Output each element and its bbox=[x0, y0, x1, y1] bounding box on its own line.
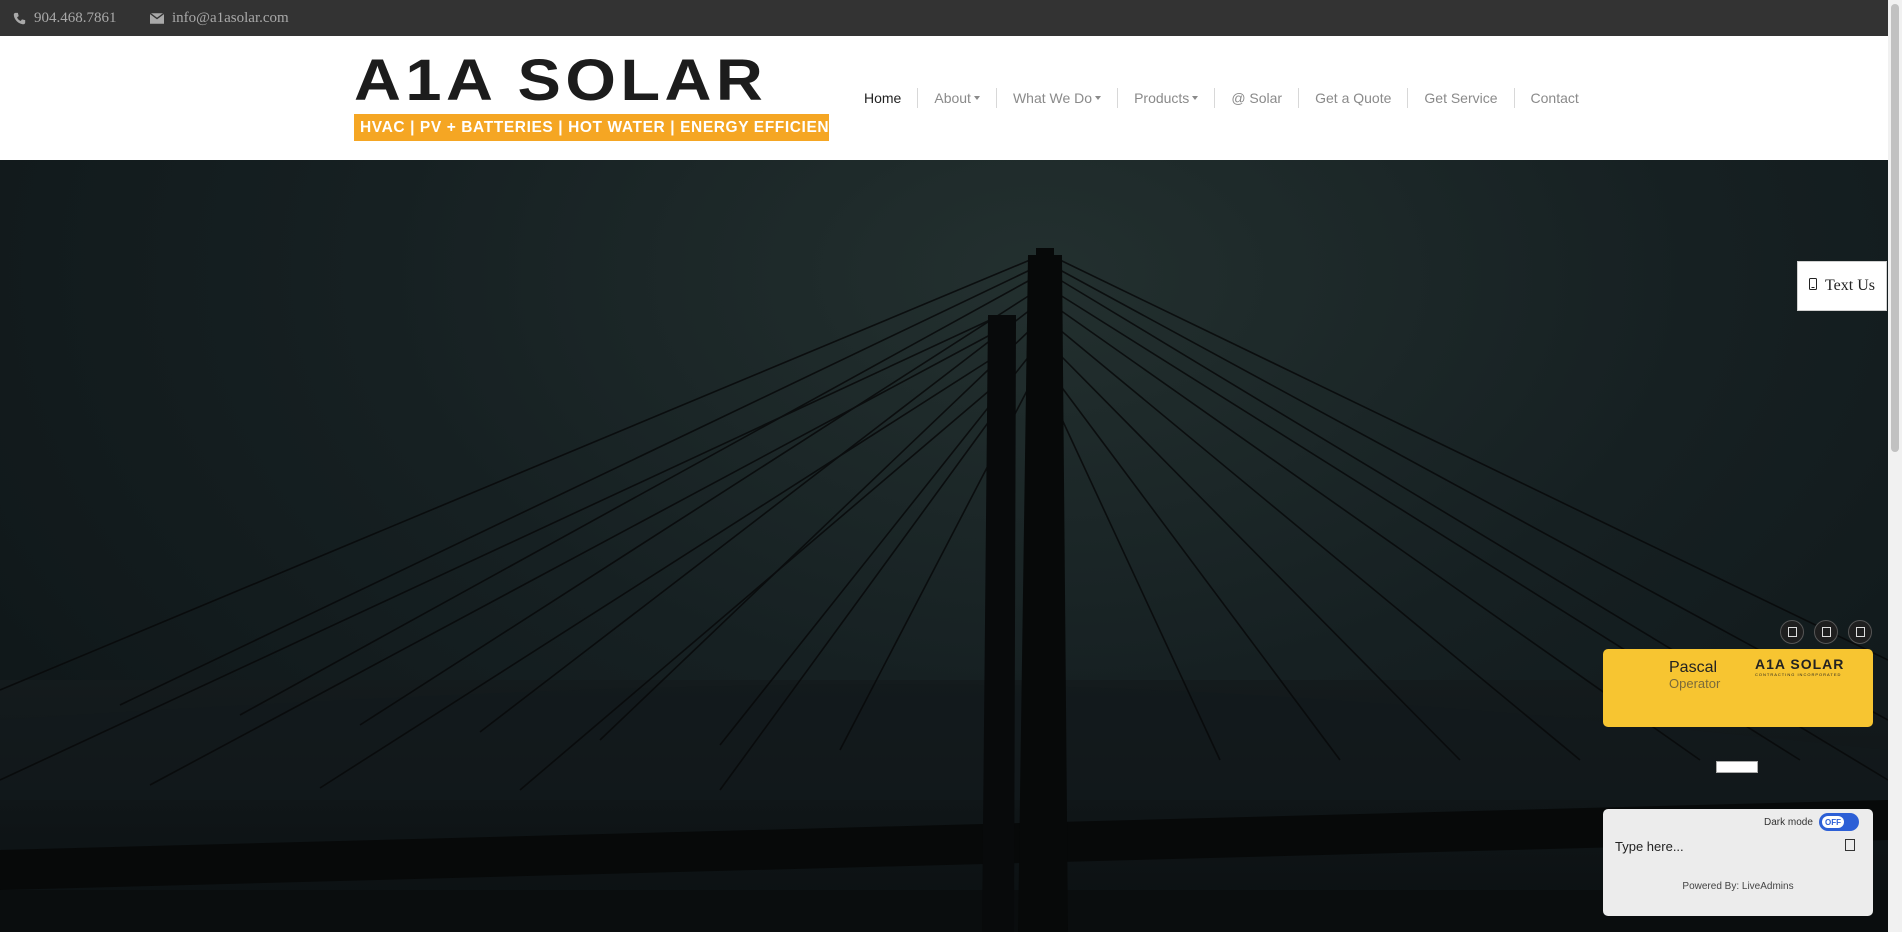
chat-header: Pascal Operator A1A SOLAR CONTRACTING IN… bbox=[1603, 649, 1873, 727]
main-nav: Home About What We Do Products @ Solar G… bbox=[864, 36, 1595, 160]
close-icon bbox=[1855, 627, 1865, 637]
nav-about[interactable]: About bbox=[917, 88, 996, 108]
nav-about-label: About bbox=[934, 90, 971, 106]
caret-down-icon bbox=[1192, 96, 1199, 100]
dark-mode-label: Dark mode bbox=[1764, 817, 1813, 828]
chat-window-controls bbox=[1780, 620, 1872, 644]
page-scrollbar[interactable] bbox=[1888, 0, 1902, 932]
phone-icon bbox=[12, 11, 26, 25]
send-icon[interactable] bbox=[1845, 839, 1855, 851]
site-logo[interactable]: A1A SOLAR HVAC | PV + BATTERIES | HOT WA… bbox=[354, 52, 851, 141]
logo-tagline: HVAC | PV + BATTERIES | HOT WATER | ENER… bbox=[354, 114, 851, 141]
phone-contact[interactable]: 904.468.7861 bbox=[12, 0, 117, 36]
chat-minimize-button[interactable] bbox=[1814, 620, 1838, 644]
phone-number[interactable]: 904.468.7861 bbox=[34, 10, 117, 27]
mobile-phone-icon bbox=[1809, 277, 1817, 295]
chat-brand-logo: A1A SOLAR bbox=[1755, 656, 1845, 672]
chat-close-button[interactable] bbox=[1848, 620, 1872, 644]
nav-get-a-quote-label: Get a Quote bbox=[1315, 90, 1392, 106]
nav-home[interactable]: Home bbox=[864, 88, 917, 108]
envelope-icon bbox=[150, 11, 164, 25]
nav-home-label: Home bbox=[864, 90, 902, 106]
caret-down-icon bbox=[1095, 96, 1102, 100]
chat-brand-sub: CONTRACTING INCORPORATED bbox=[1755, 672, 1842, 677]
logo-wordmark: A1A SOLAR bbox=[354, 48, 768, 113]
nav-get-a-quote[interactable]: Get a Quote bbox=[1298, 88, 1407, 108]
minimize-icon bbox=[1821, 627, 1831, 637]
operator-name: Pascal bbox=[1669, 659, 1718, 676]
nav-products-label: Products bbox=[1134, 90, 1190, 106]
nav-contact[interactable]: Contact bbox=[1513, 88, 1595, 108]
nav-get-service[interactable]: Get Service bbox=[1407, 88, 1513, 108]
operator-role: Operator bbox=[1669, 676, 1721, 691]
chat-popout-button[interactable] bbox=[1780, 620, 1804, 644]
nav-at-solar[interactable]: @ Solar bbox=[1214, 88, 1298, 108]
email-contact[interactable]: info@a1asolar.com bbox=[150, 0, 289, 36]
text-us-label: Text Us bbox=[1825, 277, 1875, 294]
chat-message-bubble bbox=[1716, 761, 1758, 773]
popout-icon bbox=[1787, 627, 1797, 637]
nav-what-we-do[interactable]: What We Do bbox=[995, 88, 1117, 108]
chat-message-input[interactable] bbox=[1615, 835, 1835, 857]
nav-contact-label: Contact bbox=[1530, 90, 1579, 106]
email-address[interactable]: info@a1asolar.com bbox=[172, 10, 289, 27]
dark-mode-toggle[interactable]: OFF bbox=[1819, 813, 1859, 831]
chat-input-panel: Dark mode OFF Powered By: LiveAdmins bbox=[1603, 809, 1873, 916]
nav-what-we-do-label: What We Do bbox=[1012, 90, 1093, 106]
powered-by: Powered By: LiveAdmins bbox=[1682, 881, 1794, 892]
nav-at-solar-label: @ Solar bbox=[1231, 90, 1283, 106]
scrollbar-thumb[interactable] bbox=[1891, 4, 1899, 452]
dark-mode-state: OFF bbox=[1822, 816, 1844, 828]
nav-products[interactable]: Products bbox=[1117, 88, 1214, 108]
text-us-button[interactable]: Text Us bbox=[1797, 261, 1887, 311]
caret-down-icon bbox=[973, 96, 980, 100]
top-contact-bar: 904.468.7861 info@a1asolar.com bbox=[0, 0, 1888, 36]
nav-get-service-label: Get Service bbox=[1424, 90, 1498, 106]
